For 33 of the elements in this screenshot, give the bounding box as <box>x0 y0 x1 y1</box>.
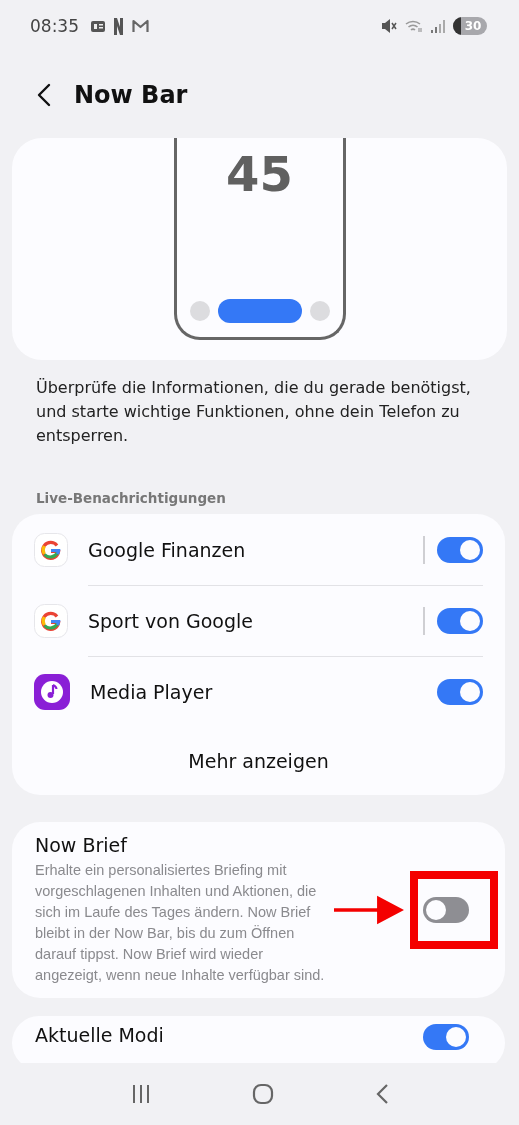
round-dot <box>189 301 210 321</box>
home-icon[interactable] <box>251 1083 274 1105</box>
back-button[interactable] <box>36 83 52 107</box>
description-text: Überprüfe die Informationen, die du gerade benötigst, und starte wichtige Funktionen, ohne dein Telefon zu entsperren. <box>36 377 472 447</box>
status-time: 08:35 <box>30 16 79 36</box>
round-dot <box>309 301 330 321</box>
app-name: Google Finanzen <box>88 538 247 561</box>
toggle-switch[interactable] <box>423 1024 469 1050</box>
setting-summary: Erhalte ein personalisiertes Briefing mit vorgeschlagenen Inhalten und Aktionen, die sich im Laufe des Tages ändern. Now Brief bleibt in der Now Bar, bis du zum Öffnen darauf tippst. Now Brief wird wieder angezeigt, wenn neue Inhalte verfügbar sind. <box>35 861 325 985</box>
page-title: Now Bar <box>74 81 188 109</box>
mute-icon <box>382 19 397 33</box>
card-icon <box>91 20 105 32</box>
show-more-button[interactable]: Mehr anzeigen <box>168 727 349 795</box>
toggle-switch[interactable] <box>437 536 483 563</box>
app-icon <box>34 603 68 638</box>
n-mark-icon <box>113 17 124 35</box>
setting-title: Now Brief <box>35 834 129 856</box>
app-icon <box>34 532 68 567</box>
signal-icon <box>431 19 445 33</box>
app-name: Sport von Google <box>88 609 254 632</box>
clock-digits: 45 <box>226 146 293 202</box>
wifi-icon <box>405 19 423 33</box>
toggle-switch[interactable] <box>423 897 469 923</box>
mail-icon <box>132 19 149 33</box>
app-name: Media Player <box>90 680 214 703</box>
toggle-switch[interactable] <box>437 607 483 634</box>
battery-icon: 30 <box>453 17 487 35</box>
recent-apps-icon[interactable] <box>130 1084 151 1104</box>
toggle-switch[interactable] <box>437 678 483 705</box>
music-app-icon <box>34 673 70 710</box>
back-icon[interactable] <box>374 1083 389 1105</box>
setting-title: Aktuelle Modi <box>35 1024 164 1046</box>
section-heading: Live-Benachrichtigungen <box>36 490 227 506</box>
